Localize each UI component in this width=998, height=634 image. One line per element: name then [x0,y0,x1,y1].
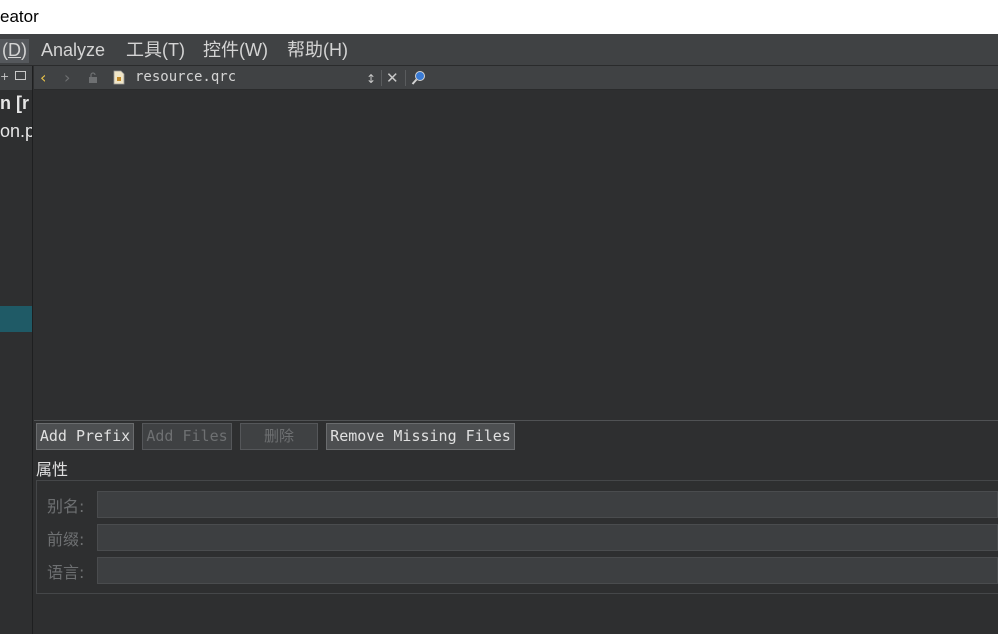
project-node[interactable]: n [r [0,93,29,114]
menu-bar: (D) Analyze 工具(T) 控件(W) 帮助(H) [0,34,998,66]
updown-icon[interactable]: ↕ [366,69,376,89]
selected-tree-row[interactable] [0,306,32,332]
add-files-button[interactable]: Add Files [142,423,232,450]
remove-missing-files-button[interactable]: Remove Missing Files [326,423,515,450]
properties-title: 属性 [36,460,69,479]
menu-tools-label: 工具(T) [126,40,185,60]
back-icon[interactable]: ‹ [40,68,46,88]
forward-icon[interactable]: › [64,68,70,88]
alias-field[interactable] [97,491,998,518]
prefix-label: 前缀: [47,530,85,549]
menu-tools[interactable]: 工具(T) [126,39,185,63]
add-prefix-button[interactable]: Add Prefix [36,423,134,450]
menu-help[interactable]: 帮助(H) [287,39,348,63]
split-icon[interactable] [15,71,26,80]
toolbar-separator [381,70,382,86]
alias-label: 别名: [47,497,85,516]
menu-debug-label: D [8,40,21,60]
language-label: 语言: [47,563,85,582]
prefix-field[interactable] [97,524,998,551]
menu-controls[interactable]: 控件(W) [203,39,268,63]
lock-icon [89,72,97,83]
delete-button[interactable]: 删除 [240,423,318,450]
resource-tree[interactable] [34,90,998,421]
file-icon [113,70,125,85]
open-file-name[interactable]: resource.qrc [135,69,236,85]
plus-icon[interactable]: + [0,70,9,83]
language-field[interactable] [97,557,998,584]
close-icon[interactable]: ✕ [386,68,399,88]
locator-icon[interactable] [411,70,427,86]
window-title: eator [0,7,39,26]
menu-analyze-label: Analyze [41,40,106,60]
sidebar-toolbar: + [0,66,32,90]
project-sidebar: + n [r on.p [0,66,33,634]
menu-help-label: 帮助(H) [287,40,348,60]
menu-debug[interactable]: (D) [0,39,29,63]
editor-toolbar: ‹ › resource.qrc ↕ ✕ [34,66,998,90]
title-bar: eator [0,0,998,34]
toolbar-separator [405,70,406,86]
project-file[interactable]: on.p [0,121,32,142]
menu-analyze[interactable]: Analyze [41,39,105,63]
menu-controls-label: 控件(W) [203,40,268,60]
